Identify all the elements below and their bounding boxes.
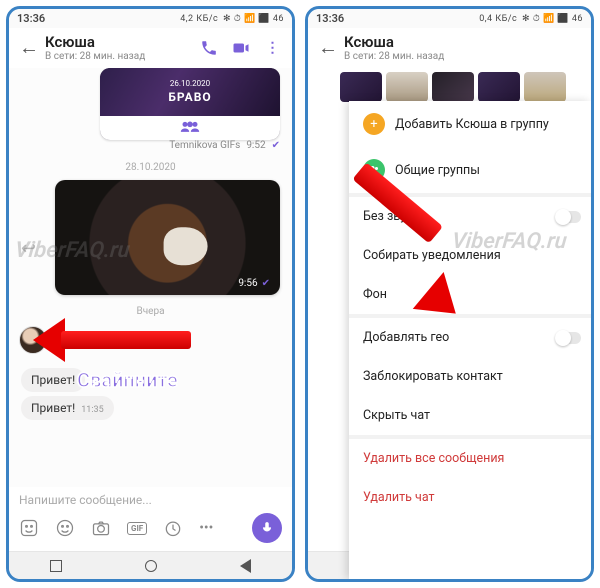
- media-thumbnails[interactable]: [308, 68, 591, 106]
- delivered-icon: ✔: [262, 278, 270, 289]
- photo-message[interactable]: 9:56 ✔: [55, 180, 280, 295]
- chat-title-block[interactable]: Ксюша В сети: 28 мин. назад: [344, 34, 581, 62]
- share-icon[interactable]: ↩: [21, 238, 45, 262]
- nav-back-icon[interactable]: [240, 559, 251, 573]
- chat-last-seen: В сети: 28 мин. назад: [45, 51, 190, 62]
- chat-body: 26.10.2020 БРАВО Temnikova GIFs 9:52 ✔ 2…: [9, 68, 292, 488]
- option-block-contact[interactable]: Заблокировать контакт: [349, 357, 591, 396]
- back-icon[interactable]: ←: [318, 35, 334, 60]
- chat-last-seen: В сети: 28 мин. назад: [344, 51, 581, 62]
- option-add-geo[interactable]: Добавлять гео: [349, 318, 591, 357]
- thumbnail[interactable]: [386, 72, 428, 102]
- option-add-to-group[interactable]: + Добавить Ксюша в группу: [349, 101, 591, 147]
- toggle[interactable]: [555, 332, 581, 344]
- plus-icon: +: [363, 113, 385, 135]
- annotation-swipe-label: Свайпните: [77, 368, 178, 392]
- status-indicators: 0,4 КБ/с ✻ ⏱ 📶 ⬛ 46: [477, 14, 583, 24]
- emoji-icon[interactable]: [55, 518, 75, 538]
- chat-title-block[interactable]: Ксюша В сети: 28 мин. назад: [45, 34, 190, 62]
- group-icon: [100, 116, 280, 140]
- call-icon[interactable]: [200, 39, 218, 57]
- thumbnail[interactable]: [432, 72, 474, 102]
- status-bar: 13:36 4,2 КБ/с ✻ ⏱ 📶 ⬛ 46: [9, 9, 292, 28]
- thumbnail[interactable]: [478, 72, 520, 102]
- option-delete-messages[interactable]: Удалить все сообщения: [349, 439, 591, 478]
- options-panel: + Добавить Ксюша в группу Общие группы Б…: [349, 101, 591, 579]
- thumbnail[interactable]: [340, 72, 382, 102]
- nav-home-icon[interactable]: [145, 560, 157, 572]
- photo-timestamp: 9:56 ✔: [238, 278, 270, 289]
- chat-title: Ксюша: [344, 34, 581, 51]
- option-hide-chat[interactable]: Скрыть чат: [349, 396, 591, 435]
- gif-icon[interactable]: GIF: [127, 522, 147, 535]
- delivered-icon: ✔: [272, 140, 280, 151]
- chat-header: ← Ксюша В сети: 28 мин. назад ⋮: [9, 28, 292, 68]
- thumbnail[interactable]: [524, 72, 566, 102]
- status-indicators: 4,2 КБ/с ✻ ⏱ 📶 ⬛ 46: [178, 14, 284, 24]
- nav-recent-icon[interactable]: [50, 560, 62, 572]
- phone-right: 13:36 0,4 КБ/с ✻ ⏱ 📶 ⬛ 46 ← Ксюша В сети…: [305, 6, 594, 582]
- status-time: 13:36: [316, 12, 344, 25]
- date-separator: 28.10.2020: [9, 162, 292, 173]
- composer-toolbar: GIF •••: [9, 509, 292, 551]
- gif-image: 26.10.2020 БРАВО: [100, 68, 280, 116]
- option-collect-notifications[interactable]: Собирать уведомления: [349, 236, 591, 275]
- header-actions: ⋮: [200, 39, 282, 57]
- message-bubble-1[interactable]: Привет!: [21, 368, 85, 392]
- sticker-icon[interactable]: [19, 518, 39, 538]
- date-separator-yesterday: Вчера: [9, 306, 292, 317]
- toggle[interactable]: [555, 211, 581, 223]
- back-icon[interactable]: ←: [19, 35, 35, 60]
- video-icon[interactable]: [232, 39, 250, 57]
- chat-title: Ксюша: [45, 34, 190, 51]
- composer-input[interactable]: Напишите сообщение...: [9, 487, 292, 509]
- more-icon[interactable]: •••: [199, 520, 213, 536]
- option-delete-chat[interactable]: Удалить чат: [349, 478, 591, 517]
- android-navbar: [9, 551, 292, 579]
- camera-icon[interactable]: [91, 518, 111, 538]
- status-time: 13:36: [17, 12, 45, 25]
- mic-button[interactable]: [252, 513, 282, 543]
- message-bubble-2[interactable]: Привет! 11:35: [21, 396, 114, 420]
- status-bar: 13:36 0,4 КБ/с ✻ ⏱ 📶 ⬛ 46: [308, 9, 591, 28]
- more-icon[interactable]: ⋮: [264, 39, 282, 57]
- gif-card[interactable]: 26.10.2020 БРАВО: [100, 68, 280, 140]
- chat-header: ← Ксюша В сети: 28 мин. назад: [308, 28, 591, 68]
- timer-icon[interactable]: [163, 518, 183, 538]
- phone-left: 13:36 4,2 КБ/с ✻ ⏱ 📶 ⬛ 46 ← Ксюша В сети…: [6, 6, 295, 582]
- gif-source-row: Temnikova GIFs 9:52 ✔: [169, 140, 280, 151]
